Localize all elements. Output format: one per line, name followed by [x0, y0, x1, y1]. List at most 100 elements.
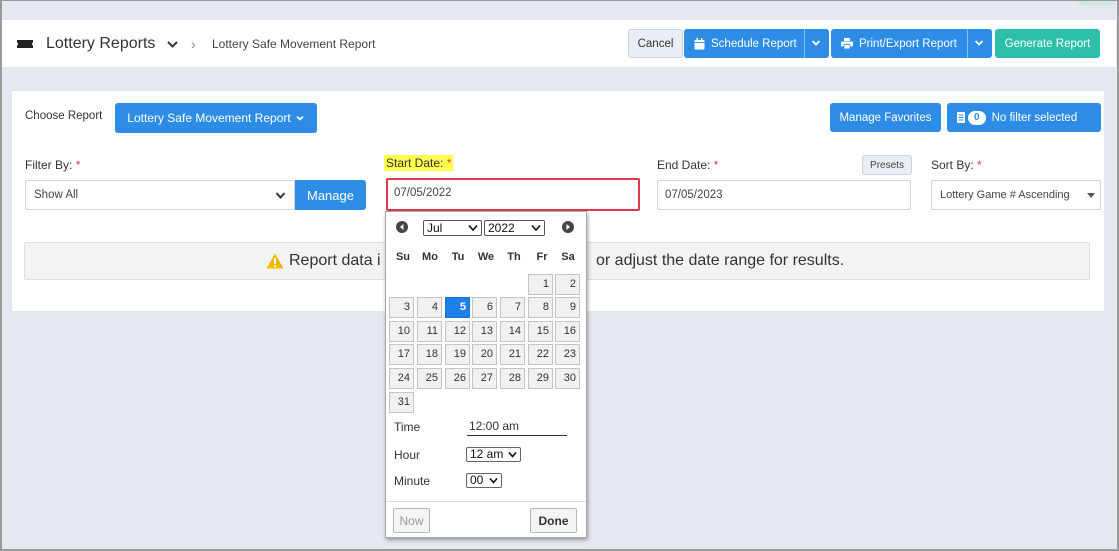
datepicker-header: Jul 2022 [386, 212, 586, 242]
calendar-day[interactable]: 9 [555, 297, 580, 318]
required-mark: * [977, 158, 982, 172]
breadcrumb-separator: › [191, 36, 196, 52]
minute-select[interactable]: 00 [466, 473, 502, 488]
calendar-day[interactable]: 14 [500, 321, 525, 342]
sort-by-value: Lottery Game # Ascending [940, 189, 1070, 201]
calendar-day[interactable]: 18 [417, 344, 442, 365]
print-export-button[interactable]: Print/Export Report [831, 29, 992, 58]
done-button[interactable]: Done [530, 508, 577, 533]
calendar-day[interactable]: 4 [417, 297, 442, 318]
filter-by-value: Show All [34, 189, 79, 201]
chevron-down-icon[interactable] [811, 39, 821, 47]
now-label: Now [399, 513, 424, 528]
chevron-down-icon [508, 451, 517, 458]
hour-select[interactable]: 12 am [466, 447, 521, 462]
weekday-header: Sa [561, 251, 575, 263]
end-date-label: End Date: * [657, 158, 719, 172]
calendar-day[interactable]: 30 [555, 368, 580, 389]
weekday-header: Fr [536, 251, 548, 263]
ticket-icon [17, 40, 33, 48]
now-button[interactable]: Now [393, 508, 430, 533]
minute-value: 00 [470, 473, 484, 487]
presets-button[interactable]: Presets [862, 155, 912, 175]
calendar-day[interactable]: 6 [472, 297, 497, 318]
manage-filter-button[interactable]: Manage [295, 180, 366, 210]
done-label: Done [538, 513, 569, 528]
chevron-down-icon [296, 115, 304, 121]
prev-month-icon[interactable] [396, 221, 408, 233]
calendar-day[interactable]: 29 [528, 368, 553, 389]
calendar-day[interactable]: 20 [472, 344, 497, 365]
year-value: 2022 [488, 221, 515, 235]
manage-favorites-button[interactable]: Manage Favorites [830, 103, 941, 132]
calendar-day[interactable]: 3 [389, 297, 414, 318]
breadcrumb-current: Lottery Safe Movement Report [212, 37, 376, 51]
end-date-input[interactable]: 07/05/2023 [657, 180, 911, 210]
filter-by-label: Filter By: * [25, 158, 81, 172]
calendar-day[interactable]: 19 [445, 344, 470, 365]
calendar-day[interactable]: 25 [417, 368, 442, 389]
chevron-down-icon[interactable] [974, 39, 984, 47]
calendar-day[interactable]: 16 [555, 321, 580, 342]
calendar-day[interactable]: 1 [528, 274, 553, 295]
calendar-day[interactable]: 11 [417, 321, 442, 342]
report-select-label: Lottery Safe Movement Report [127, 111, 291, 125]
chevron-down-icon [275, 192, 286, 200]
calendar-day[interactable]: 24 [389, 368, 414, 389]
calendar-day-selected[interactable]: 5 [445, 297, 470, 318]
required-mark: * [713, 158, 719, 172]
sort-by-label: Sort By: * [931, 158, 982, 172]
weekday-header: Mo [422, 251, 438, 263]
required-mark: * [446, 156, 452, 170]
calendar-day[interactable]: 22 [528, 344, 553, 365]
datepicker-divider [386, 501, 586, 502]
filter-count-badge: 0 [968, 110, 986, 125]
cancel-button[interactable]: Cancel [628, 29, 683, 58]
calendar-day[interactable]: 31 [389, 392, 414, 413]
start-date-input[interactable]: 07/05/2022 [386, 178, 640, 211]
print-label: Print/Export Report [859, 37, 957, 50]
calendar-day[interactable]: 12 [445, 321, 470, 342]
calendar-day[interactable]: 8 [528, 297, 553, 318]
schedule-report-button[interactable]: Schedule Report [684, 29, 829, 58]
next-month-icon[interactable] [562, 221, 574, 233]
report-select-button[interactable]: Lottery Safe Movement Report [115, 103, 317, 133]
filter-by-select[interactable]: Show All [25, 180, 295, 210]
cancel-label: Cancel [637, 37, 674, 50]
calendar-day[interactable]: 28 [500, 368, 525, 389]
calendar-day[interactable]: 13 [472, 321, 497, 342]
calendar-day[interactable]: 17 [389, 344, 414, 365]
month-select[interactable]: Jul [423, 220, 482, 236]
filter-status-label: No filter selected [991, 111, 1078, 124]
warning-icon [266, 253, 284, 269]
top-strip [1078, 0, 1116, 5]
calendar-day[interactable]: 21 [500, 344, 525, 365]
start-date-label: Start Date: * [384, 155, 454, 171]
weekday-header: Su [395, 251, 411, 263]
time-label: Time [394, 420, 421, 434]
calendar-day[interactable]: 2 [555, 274, 580, 295]
calendar-day[interactable]: 15 [528, 321, 553, 342]
sort-by-select[interactable]: Lottery Game # Ascending [931, 180, 1101, 210]
year-select[interactable]: 2022 [484, 220, 545, 236]
calendar-day[interactable]: 27 [472, 368, 497, 389]
calendar-day[interactable]: 7 [500, 297, 525, 318]
month-value: Jul [427, 221, 443, 235]
generate-report-button[interactable]: Generate Report [995, 29, 1100, 58]
calendar-day[interactable]: 10 [389, 321, 414, 342]
chevron-down-icon[interactable] [166, 38, 179, 51]
schedule-label: Schedule Report [711, 37, 797, 50]
minute-label: Minute [394, 474, 431, 488]
hour-value: 12 am [470, 447, 504, 461]
chevron-down-icon [489, 477, 498, 484]
weekday-header: We [477, 251, 495, 263]
page-title[interactable]: Lottery Reports [46, 35, 155, 53]
caret-down-icon [1087, 193, 1095, 198]
filter-status-button[interactable]: 0 No filter selected [947, 103, 1101, 132]
end-date-value: 07/05/2023 [665, 189, 723, 201]
calendar-day[interactable]: 23 [555, 344, 580, 365]
time-value: 12:00 am [467, 419, 567, 436]
datepicker-popup: Jul 2022 Su Mo Tu We Th Fr Sa 1 2 3 4 5 … [385, 211, 587, 538]
hour-label: Hour [394, 448, 421, 462]
calendar-day[interactable]: 26 [445, 368, 470, 389]
